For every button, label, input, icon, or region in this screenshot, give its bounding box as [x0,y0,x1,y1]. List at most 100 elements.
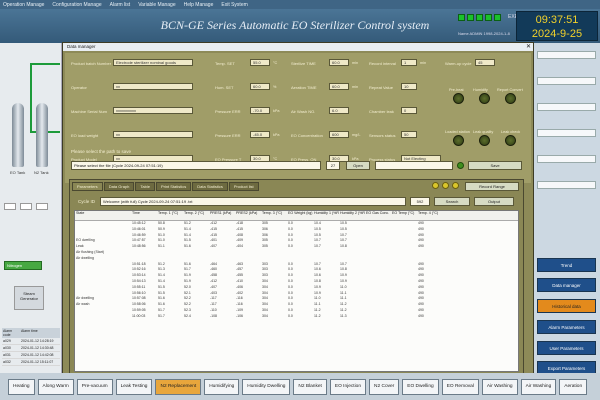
alarm-parameters-button[interactable]: Alarm Parameters [537,320,596,334]
data-view: Parameters Data Graph Table Print Statistic… [69,179,524,374]
param-value[interactable]: 0 [401,107,417,114]
tab-product-list[interactable]: Product list [228,182,259,191]
trend-button[interactable]: Trend [537,258,596,272]
button-label: Humidify [473,88,488,92]
param-value[interactable]: 55.0 [250,59,270,66]
param-value[interactable]: -45.0 [250,131,270,138]
menu-item[interactable]: Help Manage [184,2,214,8]
table-cell [391,314,417,320]
param-label: Warm-up cycle [445,61,472,66]
step-button[interactable]: N2 Blanket [293,378,327,395]
param-label: Product batch Number [71,61,112,66]
close-icon[interactable]: ✕ [526,43,531,51]
param-value[interactable]: 45 [475,59,495,66]
humidify-button-icon[interactable] [479,93,490,104]
menu-item[interactable]: Operation Manage [3,2,44,8]
alarm-row: a031 2024-01-12 14:42:08 [2,352,60,359]
dialog-title: Data manager [63,43,533,51]
param-label: Chamber leak [369,109,394,114]
param-unit: kPa [273,109,280,113]
param-value[interactable]: 6.0 [329,107,349,114]
save-button[interactable]: Save [468,161,522,170]
alarm-row: a032 2024-01-12 15:11:07 [2,359,60,366]
param-value[interactable]: 50 [401,131,417,138]
param-label: EO load weight [71,133,99,138]
step-button[interactable]: EO Injection [329,378,367,395]
step-button[interactable]: Leak Testing [115,378,153,395]
page-number: 592 [410,197,430,206]
indicator-dot [452,182,459,189]
tab-data-statistics[interactable]: Data Statistics [192,182,228,191]
path-input[interactable]: Please select the file (Cycle 2024-09-24… [71,161,321,170]
step-button[interactable]: Heating [8,378,35,395]
output-button[interactable]: Output [474,197,514,206]
button-label: Leak check [501,130,521,134]
clock-time: 09:37:51 [535,14,579,26]
param-value[interactable]: 60.0 [329,83,349,90]
step-button[interactable]: N2 Replacement [155,378,202,395]
param-label: Repeat Value [369,85,393,90]
menu-item[interactable]: Alarm list [110,2,131,8]
status-led [485,14,492,21]
tab-parameters[interactable]: Parameters [72,182,103,191]
leak-quality-button-icon[interactable] [479,135,490,146]
report-convert-button-icon[interactable] [505,93,516,104]
menu-item[interactable]: Configuration Manage [52,2,101,8]
table-row[interactable]: 11:00:03 51.7 52.4 -108 -106 304 0.0 11.2 11.3 49… [75,314,518,320]
param-value[interactable]: 60.0 [329,59,349,66]
param-value[interactable]: 1 [401,59,417,66]
tab-data-graph[interactable]: Data Graph [103,182,135,191]
right-panel: Trend Data manager Historical data Alarm… [533,43,600,395]
open-button[interactable]: Open [346,161,370,170]
param-value[interactable]: 600 [329,131,349,138]
step-button[interactable]: Pre-vacuum [76,378,113,395]
table-cell: 490 [418,313,424,318]
search-button[interactable]: Search [434,197,470,206]
login-info: Name ADMIN 1998-2024-1-8 [458,31,510,36]
alarm-time: 2024-01-12 14:30:48 [21,346,54,350]
param-unit: mg/L [352,133,361,137]
param-value[interactable]: Electrode sterilizer nominal goods [113,59,193,66]
historical-data-button[interactable]: Historical data [537,299,596,313]
param-value[interactable]: 60.0 [250,83,270,90]
step-button[interactable]: EO Dwelling [402,378,439,395]
info-field [537,103,596,111]
app-title: BCN-GE Series Automatic EO Sterilizer Co… [160,18,430,32]
table-cell: -108 [210,313,218,318]
step-button[interactable]: Humidifying [204,378,240,395]
leak-check-button-icon[interactable] [505,135,516,146]
user-parameters-button[interactable]: User Parameters [537,341,596,355]
step-button[interactable]: N2 Cover [369,378,400,395]
data-manager-button[interactable]: Data manager [537,278,596,292]
status-leds [458,14,501,21]
process-diagram-panel: EO Tank N2 Tank Nitrogen Steam Generator… [0,43,62,373]
menu-item[interactable]: Variable Manage [138,2,175,8]
param-value[interactable]: xx [113,83,193,90]
table-cell: 11.3 [340,313,347,318]
step-button[interactable]: Air Washing [481,378,518,395]
param-value[interactable]: 10 [401,83,417,90]
n2-tank-icon [36,103,48,167]
menu-item[interactable]: Exit System [221,2,247,8]
info-field [537,155,596,163]
param-value[interactable]: xx [113,131,193,138]
loaded-station-button-icon[interactable] [453,135,464,146]
status-led [476,14,483,21]
step-button[interactable]: Along Warm [37,378,74,395]
process-step-bar: Heating Along Warm Pre-vacuum Leak Testing N… [0,373,600,400]
step-button[interactable]: Air Washing [520,378,557,395]
alarm-code: a031 [3,353,11,357]
param-value[interactable]: -70.0 [250,107,270,114]
record-range-button[interactable]: Record Range [465,182,519,191]
param-label: Hum. SET [215,85,234,90]
step-button[interactable]: Humidity Dwelling [242,378,291,395]
column-header: EO Weight (kg) [288,211,313,215]
step-button[interactable]: Aeration [559,378,588,395]
cycle-select[interactable]: Welcome (with full) Cycle 2024-09-24 07:… [100,197,406,206]
param-label: Pressure ERR [215,109,241,114]
tab-print-statistics[interactable]: Print Statistics [155,182,192,191]
param-value[interactable]: xxxxxxxxxx [113,107,193,114]
step-button[interactable]: EO Removal [441,378,479,395]
tab-table[interactable]: Table [135,182,155,191]
preheat-button-icon[interactable] [453,93,464,104]
